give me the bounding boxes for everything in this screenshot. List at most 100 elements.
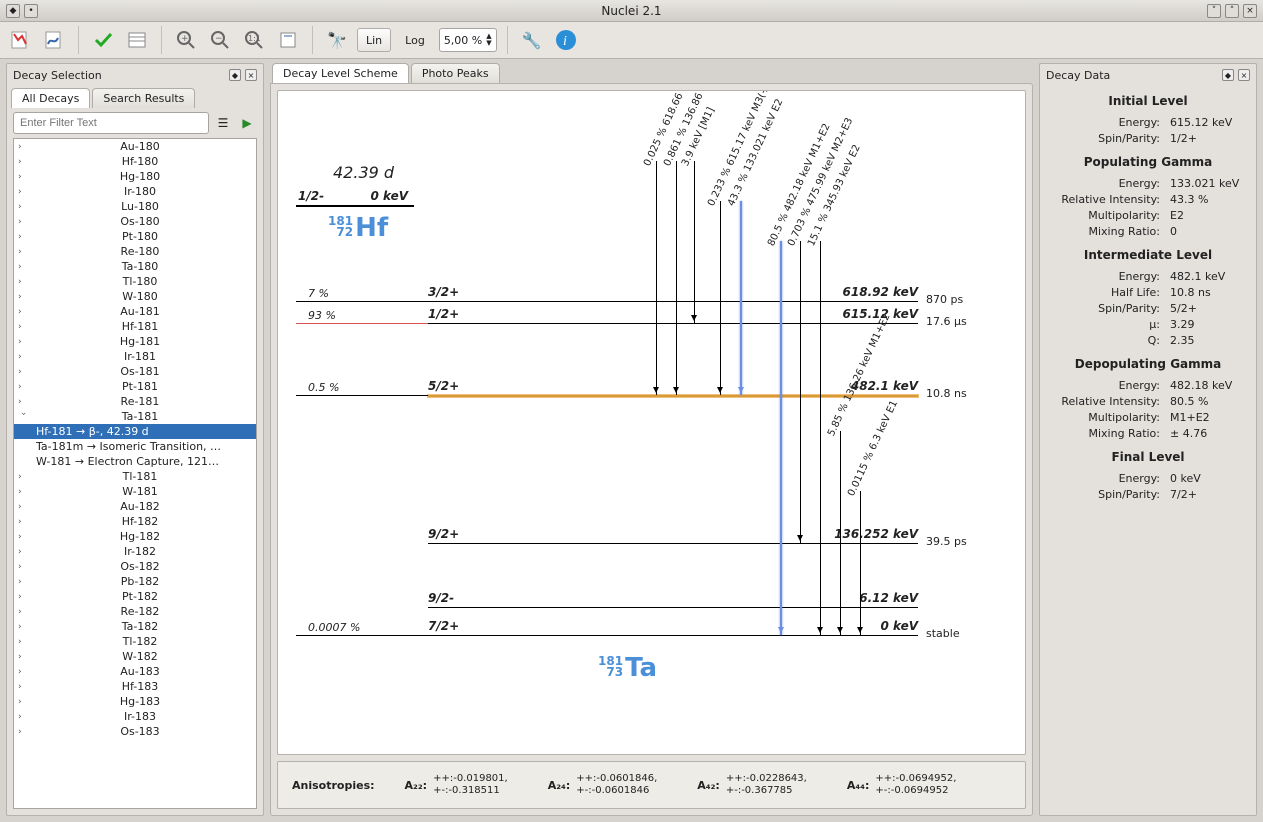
nuclide-tree[interactable]: ›Au-180›Hf-180›Hg-180›Ir-180›Lu-180›Os-1… xyxy=(13,138,257,809)
pin-icon[interactable]: • xyxy=(24,4,38,18)
tree-item[interactable]: ›Au-181 xyxy=(14,304,256,319)
tree-item[interactable]: ›Ir-182 xyxy=(14,544,256,559)
tree-item[interactable]: ›Hg-182 xyxy=(14,529,256,544)
data-row: Q:2.35 xyxy=(1048,334,1248,347)
tree-item[interactable]: ›Hf-180 xyxy=(14,154,256,169)
close-button[interactable]: × xyxy=(1243,4,1257,18)
tree-item[interactable]: ›Pb-182 xyxy=(14,574,256,589)
tree-item[interactable]: ›Hg-181 xyxy=(14,334,256,349)
log-scale-button[interactable]: Log xyxy=(397,28,433,52)
zoom-fit-button[interactable]: 1:1 xyxy=(240,26,268,54)
tree-item[interactable]: ›Ir-180 xyxy=(14,184,256,199)
tab-decay-scheme[interactable]: Decay Level Scheme xyxy=(272,63,409,83)
accept-button[interactable] xyxy=(89,26,117,54)
tree-item[interactable]: ›Lu-180 xyxy=(14,199,256,214)
tree-item[interactable]: ›Au-180 xyxy=(14,139,256,154)
tree-item[interactable]: ›Ta-180 xyxy=(14,259,256,274)
tree-item[interactable]: ›Re-181 xyxy=(14,394,256,409)
tree-item[interactable]: ›W-182 xyxy=(14,649,256,664)
data-row: Spin/Parity:7/2+ xyxy=(1048,488,1248,501)
tree-item[interactable]: ›Ir-183 xyxy=(14,709,256,724)
tree-item[interactable]: ›Os-180 xyxy=(14,214,256,229)
tree-item[interactable]: ›Pt-182 xyxy=(14,589,256,604)
table-button[interactable] xyxy=(123,26,151,54)
parent-level-line xyxy=(296,205,414,207)
filter-input[interactable] xyxy=(13,112,209,134)
gamma-arrow[interactable] xyxy=(694,161,695,323)
gamma-arrow[interactable] xyxy=(860,491,861,635)
linear-scale-button[interactable]: Lin xyxy=(357,28,391,52)
level-jpi: 1/2+ xyxy=(428,307,459,321)
aniso-label: Anisotropies: xyxy=(292,779,375,792)
export-svg-button[interactable] xyxy=(40,26,68,54)
dock-close-button[interactable]: × xyxy=(1238,69,1250,81)
tree-item[interactable]: ›Re-180 xyxy=(14,244,256,259)
tree-item[interactable]: ›Os-182 xyxy=(14,559,256,574)
zoom-region-button[interactable] xyxy=(274,26,302,54)
tree-item[interactable]: ›Re-182 xyxy=(14,604,256,619)
data-row: Energy:133.021 keV xyxy=(1048,177,1248,190)
filter-list-icon[interactable]: ☰ xyxy=(213,113,233,133)
tree-item[interactable]: ›Au-183 xyxy=(14,664,256,679)
tree-item[interactable]: ›Os-183 xyxy=(14,724,256,739)
dock-float-button[interactable]: ◆ xyxy=(229,69,241,81)
gamma-arrow[interactable] xyxy=(720,201,721,395)
tab-all-decays[interactable]: All Decays xyxy=(11,88,90,108)
level-energy: 136.252 keV xyxy=(808,527,918,541)
app-menu-icon[interactable]: ◆ xyxy=(6,4,20,18)
tab-photo-peaks[interactable]: Photo Peaks xyxy=(411,63,500,83)
svg-text:+: + xyxy=(181,34,189,44)
tree-item[interactable]: ›Tl-182 xyxy=(14,634,256,649)
tree-item[interactable]: ›Hg-183 xyxy=(14,694,256,709)
tree-item[interactable]: ›W-180 xyxy=(14,289,256,304)
tree-item[interactable]: ›Hf-183 xyxy=(14,679,256,694)
gamma-arrow[interactable] xyxy=(800,241,801,543)
tree-item[interactable]: ›Hf-182 xyxy=(14,514,256,529)
info-button[interactable]: i xyxy=(552,26,580,54)
svg-text:1:1: 1:1 xyxy=(248,34,261,43)
tree-child-item[interactable]: W-181 → Electron Capture, 121… xyxy=(14,454,256,469)
data-row: Energy:615.12 keV xyxy=(1048,116,1248,129)
tree-item[interactable]: ›Tl-180 xyxy=(14,274,256,289)
daughter-nuclide: 18173Ta xyxy=(598,653,657,683)
gamma-arrow[interactable] xyxy=(676,161,677,395)
gamma-arrow[interactable] xyxy=(656,161,657,395)
tree-item[interactable]: ›Hg-180 xyxy=(14,169,256,184)
gamma-arrow[interactable] xyxy=(740,201,742,395)
gamma-arrow[interactable] xyxy=(820,241,821,635)
tree-item[interactable]: ›Pt-181 xyxy=(14,379,256,394)
gamma-arrow[interactable] xyxy=(780,241,782,635)
tree-item[interactable]: ›W-181 xyxy=(14,484,256,499)
data-row: Energy:482.18 keV xyxy=(1048,379,1248,392)
data-row: µ:3.29 xyxy=(1048,318,1248,331)
export-pdf-button[interactable] xyxy=(6,26,34,54)
section-header: Intermediate Level xyxy=(1048,248,1248,262)
tree-child-item[interactable]: Ta-181m → Isomeric Transition, … xyxy=(14,439,256,454)
level-jpi: 5/2+ xyxy=(428,379,459,393)
tree-item[interactable]: ›Au-182 xyxy=(14,499,256,514)
gamma-arrow[interactable] xyxy=(840,431,841,635)
tree-item[interactable]: ›Pt-180 xyxy=(14,229,256,244)
percent-spinbox[interactable]: 5,00 % ▲▼ xyxy=(439,28,497,52)
level-scheme-canvas[interactable]: 42.39 d1/2-0 keV18172Hf3/2+618.92 keV870… xyxy=(277,90,1026,755)
tree-item[interactable]: ›Hf-181 xyxy=(14,319,256,334)
dock-close-button[interactable]: × xyxy=(245,69,257,81)
minimize-button[interactable]: ˅ xyxy=(1207,4,1221,18)
level-halflife: 870 ps xyxy=(926,293,963,306)
tree-child-item[interactable]: Hf-181 → β-, 42.39 d xyxy=(14,424,256,439)
maximize-button[interactable]: ˄ xyxy=(1225,4,1239,18)
level-line xyxy=(428,543,918,544)
find-button[interactable]: 🔭 xyxy=(323,26,351,54)
tree-item[interactable]: ›Ta-182 xyxy=(14,619,256,634)
dock-float-button[interactable]: ◆ xyxy=(1222,69,1234,81)
tab-search-results[interactable]: Search Results xyxy=(92,88,195,108)
filter-apply-icon[interactable]: ▶ xyxy=(237,113,257,133)
tree-item[interactable]: ›Ir-181 xyxy=(14,349,256,364)
zoom-in-button[interactable]: + xyxy=(172,26,200,54)
zoom-out-button[interactable]: − xyxy=(206,26,234,54)
tree-item[interactable]: ›Os-181 xyxy=(14,364,256,379)
feeding-line xyxy=(296,395,428,396)
tree-item[interactable]: ›Ta-181 xyxy=(14,409,256,424)
settings-button[interactable]: 🔧 xyxy=(518,26,546,54)
tree-item[interactable]: ›Tl-181 xyxy=(14,469,256,484)
